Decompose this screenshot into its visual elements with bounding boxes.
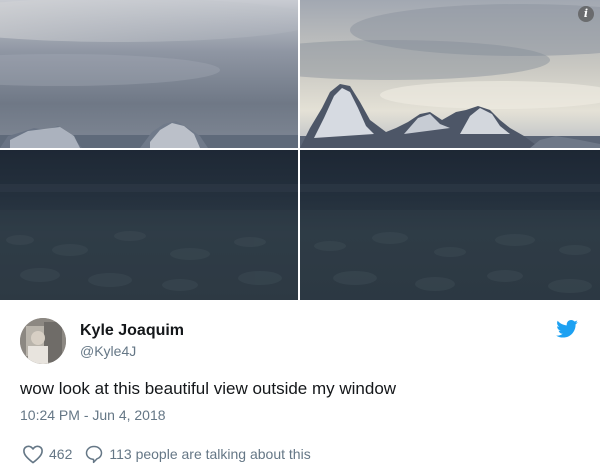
conversation-link[interactable]: 113 people are talking about this [84, 444, 311, 464]
tweet-author: Kyle Joaquim @Kyle4J [20, 318, 184, 364]
author-names: Kyle Joaquim @Kyle4J [80, 321, 184, 361]
speech-bubble-icon [86, 445, 103, 464]
conversation-text: 113 people are talking about this [109, 446, 311, 462]
info-icon[interactable]: i [578, 6, 594, 22]
photo-field-left [0, 150, 298, 300]
like-button[interactable]: 462 [22, 444, 72, 464]
photo-tile-1[interactable] [0, 0, 298, 148]
heart-icon [23, 445, 43, 464]
photo-tile-3[interactable] [0, 150, 298, 300]
avatar[interactable] [20, 318, 66, 364]
twitter-bird-icon[interactable] [556, 320, 578, 343]
tweet-text: wow look at this beautiful view outside … [20, 379, 397, 398]
display-name[interactable]: Kyle Joaquim [80, 321, 184, 341]
user-handle[interactable]: @Kyle4J [80, 341, 184, 361]
photo-grid: i [0, 0, 600, 300]
photo-tile-2[interactable]: i [300, 0, 600, 148]
photo-field-right [300, 150, 600, 300]
twitter-bird-glyph [556, 320, 578, 338]
avatar-image [20, 318, 66, 364]
photo-tile-4[interactable] [300, 150, 600, 300]
photo-sky-left [0, 0, 298, 148]
tweet-actions: 462 113 people are talking about this [22, 444, 311, 464]
like-count: 462 [49, 446, 73, 462]
photo-sky-right [300, 0, 600, 148]
embedded-tweet-card: i Kyle Joaquim @Kyle4J wow look at this … [0, 0, 600, 475]
tweet-timestamp[interactable]: 10:24 PM - Jun 4, 2018 [20, 407, 166, 423]
